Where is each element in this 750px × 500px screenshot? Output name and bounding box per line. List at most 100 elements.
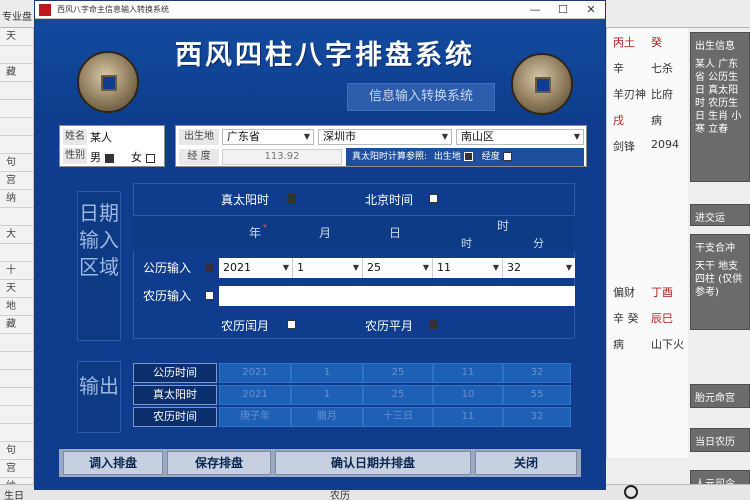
background-chart-cell: 丙土	[613, 36, 635, 49]
longitude-field[interactable]: 113.92	[222, 149, 342, 165]
background-left-cell	[0, 424, 33, 442]
coin-left-icon	[77, 51, 139, 113]
solar-ref-bar: 真太阳时计算参照: 出生地 经度	[346, 148, 584, 166]
female-checkbox[interactable]	[145, 153, 155, 163]
background-panel-text: 某人 广东省 公历生日 真太阳时 农历生日 生肖 小寒 立春	[695, 59, 742, 135]
background-left-cell: 句	[0, 442, 33, 460]
birthplace-card: 出生地 广东省 ▼ 深圳市 ▼ 南山区 ▼ 经 度 113.92 真太阳时计算参照: …	[175, 125, 587, 167]
background-chart-cell: 病	[613, 338, 624, 351]
close-window-button[interactable]: ✕	[577, 1, 605, 19]
male-checkbox[interactable]	[104, 153, 114, 163]
background-birthday-label: 生日	[4, 491, 24, 500]
male-label: 男	[90, 151, 101, 164]
app-icon	[39, 4, 51, 16]
minimize-button[interactable]: —	[521, 1, 549, 19]
maximize-button[interactable]: ☐	[549, 1, 577, 19]
coin-right-icon	[511, 53, 573, 115]
background-left-cell	[0, 100, 33, 118]
output-cell: 1	[291, 385, 363, 405]
background-chart-cell: 戌	[613, 114, 624, 127]
female-label: 女	[131, 151, 142, 164]
solar-input-checkbox[interactable]	[205, 263, 214, 272]
col-day: 日	[389, 226, 402, 240]
output-cell: 2021	[219, 385, 291, 405]
solar-year-select[interactable]: 2021 ▼	[219, 258, 293, 278]
lunar-input-row[interactable]	[219, 286, 575, 306]
lunar-normal-checkbox[interactable]	[429, 320, 438, 329]
background-left-cell: 天	[0, 280, 33, 298]
background-left-cell	[0, 82, 33, 100]
output-section-title: 输出	[77, 361, 121, 433]
output-cell: 25	[363, 363, 433, 383]
province-select[interactable]: 广东省 ▼	[222, 129, 314, 145]
info-input-dialog: 西风八字命主信息输入转换系统 — ☐ ✕ 西风四柱八字排盘系统 信息输入转换系统…	[34, 0, 606, 490]
background-chart-cell: 辛	[613, 62, 624, 75]
output-cell: 腊月	[291, 407, 363, 427]
background-chart-cell: 羊刃神	[613, 88, 646, 101]
lunar-normal-label: 农历平月	[365, 319, 414, 333]
solar-hour-select[interactable]: 11 ▼	[433, 258, 503, 278]
solar-ref-longitude-checkbox[interactable]	[502, 152, 512, 161]
output-row-label: 公历时间	[133, 363, 217, 383]
background-chart-cell: 偏财	[613, 286, 635, 299]
background-chart-cell: 辛 癸	[613, 312, 639, 325]
background-left-cell: 藏	[0, 64, 33, 82]
background-chart-cell: 比府	[651, 88, 673, 101]
solar-ref-birthplace-checkbox[interactable]	[463, 152, 473, 161]
lunar-input-checkbox[interactable]	[205, 291, 214, 300]
zoom-icon[interactable]	[624, 485, 638, 499]
date-section-title: 日期输入区域	[77, 191, 121, 341]
output-cell: 25	[363, 385, 433, 405]
window-title: 西风八字命主信息输入转换系统	[57, 5, 169, 14]
background-left-cell	[0, 370, 33, 388]
output-row-label: 真太阳时	[133, 385, 217, 405]
background-left-cell: 十	[0, 262, 33, 280]
background-chart-cell: 癸	[651, 36, 662, 49]
col-month: 月	[319, 226, 332, 240]
background-panel-title: 当日农历	[695, 437, 735, 448]
beijing-time-checkbox[interactable]	[429, 194, 438, 203]
true-solar-checkbox[interactable]	[287, 194, 296, 203]
col-hour: 时	[461, 237, 472, 250]
background-info-panel: 胎元命宫	[690, 384, 750, 408]
solar-month-select[interactable]: 1 ▼	[293, 258, 363, 278]
background-left-cell: 宫	[0, 172, 33, 190]
output-cell: 32	[503, 363, 571, 383]
background-left-cell	[0, 208, 33, 226]
solar-ref-longitude-label: 经度	[481, 152, 500, 162]
load-chart-button[interactable]: 调入排盘	[63, 451, 163, 475]
name-input[interactable]: 某人	[90, 129, 112, 145]
lunar-leap-checkbox[interactable]	[287, 320, 296, 329]
output-row: 真太阳时 2021 1 25 10 55	[133, 385, 575, 405]
solar-ref-label: 真太阳时计算参照:	[352, 152, 428, 162]
close-button[interactable]: 关闭	[475, 451, 577, 475]
output-cell: 2021	[219, 363, 291, 383]
background-left-cell	[0, 118, 33, 136]
background-left-cell: 大	[0, 226, 33, 244]
beijing-time-label: 北京时间	[365, 193, 414, 207]
output-cell: 32	[503, 407, 571, 427]
background-chart-cell: 病	[651, 114, 662, 127]
background-chart-cell: 山下火	[651, 338, 684, 351]
output-cell: 55	[503, 385, 571, 405]
solar-day-select[interactable]: 25 ▼	[363, 258, 433, 278]
city-select[interactable]: 深圳市 ▼	[318, 129, 452, 145]
confirm-date-chart-button[interactable]: 确认日期并排盘	[275, 451, 471, 475]
background-left-cell: 纳	[0, 190, 33, 208]
background-left-cell	[0, 388, 33, 406]
background-panel-title: 胎元命宫	[695, 393, 735, 404]
solar-ref-birthplace-label: 出生地	[433, 152, 461, 162]
district-select[interactable]: 南山区 ▼	[456, 129, 584, 145]
background-mode-label: 专业盘	[2, 12, 32, 23]
background-chart-cell: 2094	[651, 138, 679, 151]
save-chart-button[interactable]: 保存排盘	[167, 451, 271, 475]
longitude-label: 经 度	[179, 149, 219, 165]
background-info-panel: 当日农历	[690, 428, 750, 452]
solar-minute-select[interactable]: 32 ▼	[503, 258, 575, 278]
background-panel-text: 天干 地支 四柱 (仅供参考)	[695, 261, 743, 298]
background-left-cell	[0, 334, 33, 352]
background-info-panel: 进交运	[690, 204, 750, 226]
output-panel: 公历时间 2021 1 25 11 32 真太阳时 2021 1 25 10 55 农历时间 庚子年 腊月十…	[133, 363, 575, 431]
lunar-leap-label: 农历闰月	[221, 319, 270, 333]
col-minute: 分	[533, 237, 544, 250]
